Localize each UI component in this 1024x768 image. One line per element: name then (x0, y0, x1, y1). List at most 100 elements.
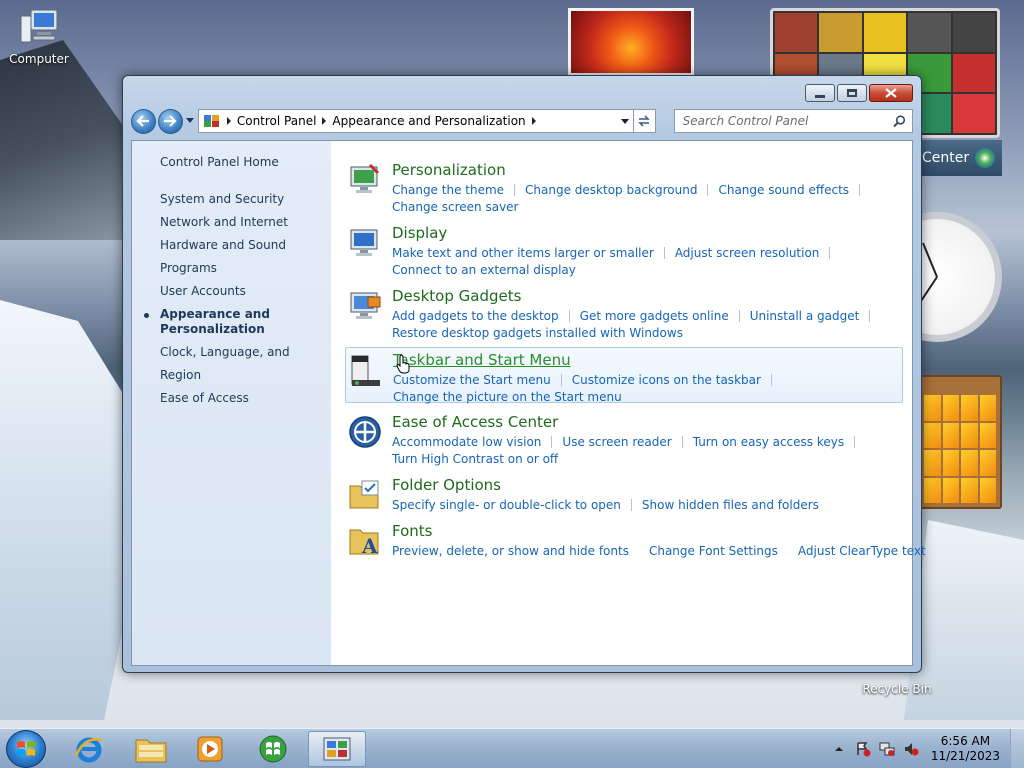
link-change-font-settings[interactable]: Change Font Settings (649, 544, 778, 558)
sidebar-item-hardware-and-sound[interactable]: Hardware and Sound (160, 234, 331, 257)
sidebar-item-user-accounts[interactable]: User Accounts (160, 280, 331, 303)
personalization-icon[interactable] (348, 163, 382, 197)
link-adjust-cleartype[interactable]: Adjust ClearType text (798, 544, 926, 558)
link-change-sound-effects[interactable]: Change sound effects (718, 183, 849, 197)
volume-muted-icon[interactable] (903, 741, 919, 757)
back-arrow-icon (136, 115, 150, 127)
forward-arrow-icon (164, 115, 177, 127)
link-change-desktop-background[interactable]: Change desktop background (525, 183, 697, 197)
sidebar-item-ease-of-access[interactable]: Ease of Access (160, 387, 331, 410)
category-display: Display Make text and other items larger… (345, 220, 905, 278)
link-row: Change the theme Change desktop backgrou… (392, 181, 892, 198)
divider (829, 246, 831, 259)
maximize-icon (847, 89, 857, 97)
link-high-contrast[interactable]: Turn High Contrast on or off (392, 452, 558, 466)
link-customize-taskbar-icons[interactable]: Customize icons on the taskbar (572, 373, 761, 387)
link-get-more-gadgets[interactable]: Get more gadgets online (580, 309, 729, 323)
system-clock[interactable]: 6:56 AM 11/21/2023 (931, 734, 1000, 764)
divider (663, 246, 665, 259)
category-title[interactable]: Folder Options (392, 476, 501, 494)
display-icon[interactable] (348, 226, 382, 260)
network-icon[interactable] (879, 741, 895, 757)
media-center-gadget[interactable]: Center (918, 140, 1002, 176)
link-preview-fonts[interactable]: Preview, delete, or show and hide fonts (392, 544, 629, 558)
action-center-icon[interactable] (855, 741, 871, 757)
divider (869, 309, 871, 322)
link-change-start-menu-picture[interactable]: Change the picture on the Start menu (393, 390, 622, 404)
slideshow-gadget[interactable] (568, 8, 694, 76)
breadcrumb-control-panel[interactable]: Control Panel (237, 114, 317, 128)
picture-puzzle-gadget[interactable] (918, 375, 1002, 509)
link-row: Change screen saver (392, 198, 892, 215)
link-uninstall-gadget[interactable]: Uninstall a gadget (750, 309, 860, 323)
link-adjust-screen-resolution[interactable]: Adjust screen resolution (675, 246, 820, 260)
show-desktop-button[interactable] (1010, 729, 1024, 768)
link-change-screen-saver[interactable]: Change screen saver (392, 200, 519, 214)
desktop-icon-computer[interactable]: Computer (4, 8, 74, 66)
category-title[interactable]: Fonts (392, 522, 432, 540)
sidebar-item-clock-language-region[interactable]: Clock, Language, and Region (160, 341, 331, 387)
sidebar-item-system-and-security[interactable]: System and Security (160, 188, 331, 211)
search-box[interactable] (673, 109, 913, 133)
sidebar-item-programs[interactable]: Programs (160, 257, 331, 280)
link-accommodate-low-vision[interactable]: Accommodate low vision (392, 435, 541, 449)
breadcrumb-separator-icon[interactable] (226, 117, 231, 125)
minimize-button[interactable] (805, 84, 835, 102)
folder-options-icon[interactable] (348, 478, 382, 512)
sidebar-item-appearance-and-personalization[interactable]: Appearance and Personalization (144, 303, 270, 341)
link-connect-external-display[interactable]: Connect to an external display (392, 263, 576, 277)
category-title[interactable]: Ease of Access Center (392, 413, 558, 431)
taskbar-internet-explorer[interactable] (60, 731, 118, 767)
taskbar-media-center[interactable] (244, 731, 302, 767)
breadcrumb-separator-icon[interactable] (531, 117, 536, 125)
maximize-button[interactable] (837, 84, 867, 102)
link-row: Add gadgets to the desktop Get more gadg… (392, 307, 892, 324)
category-title[interactable]: Taskbar and Start Menu (393, 351, 571, 369)
media-center-gadget-label: Center (922, 150, 970, 166)
show-hidden-icons-icon[interactable] (831, 741, 847, 757)
back-button[interactable] (131, 108, 156, 134)
divider (854, 435, 856, 448)
clock-gadget[interactable] (872, 212, 1002, 342)
sidebar-home-link[interactable]: Control Panel Home (160, 155, 279, 169)
link-row: Connect to an external display (392, 261, 892, 278)
link-add-gadgets[interactable]: Add gadgets to the desktop (392, 309, 559, 323)
start-button[interactable] (6, 730, 46, 768)
close-button[interactable] (869, 84, 913, 102)
fonts-icon[interactable]: A (348, 524, 382, 558)
category-links: Accommodate low vision Use screen reader… (392, 433, 892, 467)
link-customize-start-menu[interactable]: Customize the Start menu (393, 373, 551, 387)
link-show-hidden-files[interactable]: Show hidden files and folders (642, 498, 819, 512)
link-make-text-larger[interactable]: Make text and other items larger or smal… (392, 246, 654, 260)
divider (707, 183, 709, 196)
category-title[interactable]: Desktop Gadgets (392, 287, 521, 305)
category-title[interactable]: Personalization (392, 161, 506, 179)
search-icon[interactable] (893, 115, 906, 131)
taskbar-media-player[interactable] (181, 731, 239, 767)
link-use-screen-reader[interactable]: Use screen reader (562, 435, 671, 449)
address-dropdown-icon[interactable] (620, 119, 629, 124)
taskbar-control-panel[interactable] (308, 731, 366, 767)
gadgets-icon[interactable] (348, 289, 382, 323)
link-restore-gadgets[interactable]: Restore desktop gadgets installed with W… (392, 326, 683, 340)
sidebar: Control Panel Home System and Security N… (132, 141, 331, 665)
recent-pages-button[interactable] (185, 118, 195, 124)
sidebar-item-network-and-internet[interactable]: Network and Internet (160, 211, 331, 234)
link-change-theme[interactable]: Change the theme (392, 183, 504, 197)
chevron-down-icon (185, 118, 194, 123)
forward-button[interactable] (157, 108, 183, 134)
category-title[interactable]: Display (392, 224, 447, 242)
link-easy-access-keys[interactable]: Turn on easy access keys (693, 435, 844, 449)
desktop-icon-recycle-bin[interactable]: Recycle Bin (862, 682, 932, 696)
breadcrumb-appearance-and-personalization[interactable]: Appearance and Personalization (332, 114, 525, 128)
breadcrumb-separator-icon[interactable] (322, 117, 327, 125)
taskbar-windows-explorer[interactable] (122, 731, 180, 767)
minimize-icon (815, 94, 825, 98)
link-single-double-click[interactable]: Specify single- or double-click to open (392, 498, 621, 512)
taskbar-icon[interactable] (349, 354, 383, 388)
category-personalization: Personalization Change the theme Change … (345, 157, 905, 215)
search-input[interactable] (682, 114, 883, 128)
address-bar[interactable]: Control Panel Appearance and Personaliza… (197, 109, 634, 133)
refresh-button[interactable] (633, 109, 656, 133)
ease-of-access-icon[interactable] (348, 415, 382, 449)
